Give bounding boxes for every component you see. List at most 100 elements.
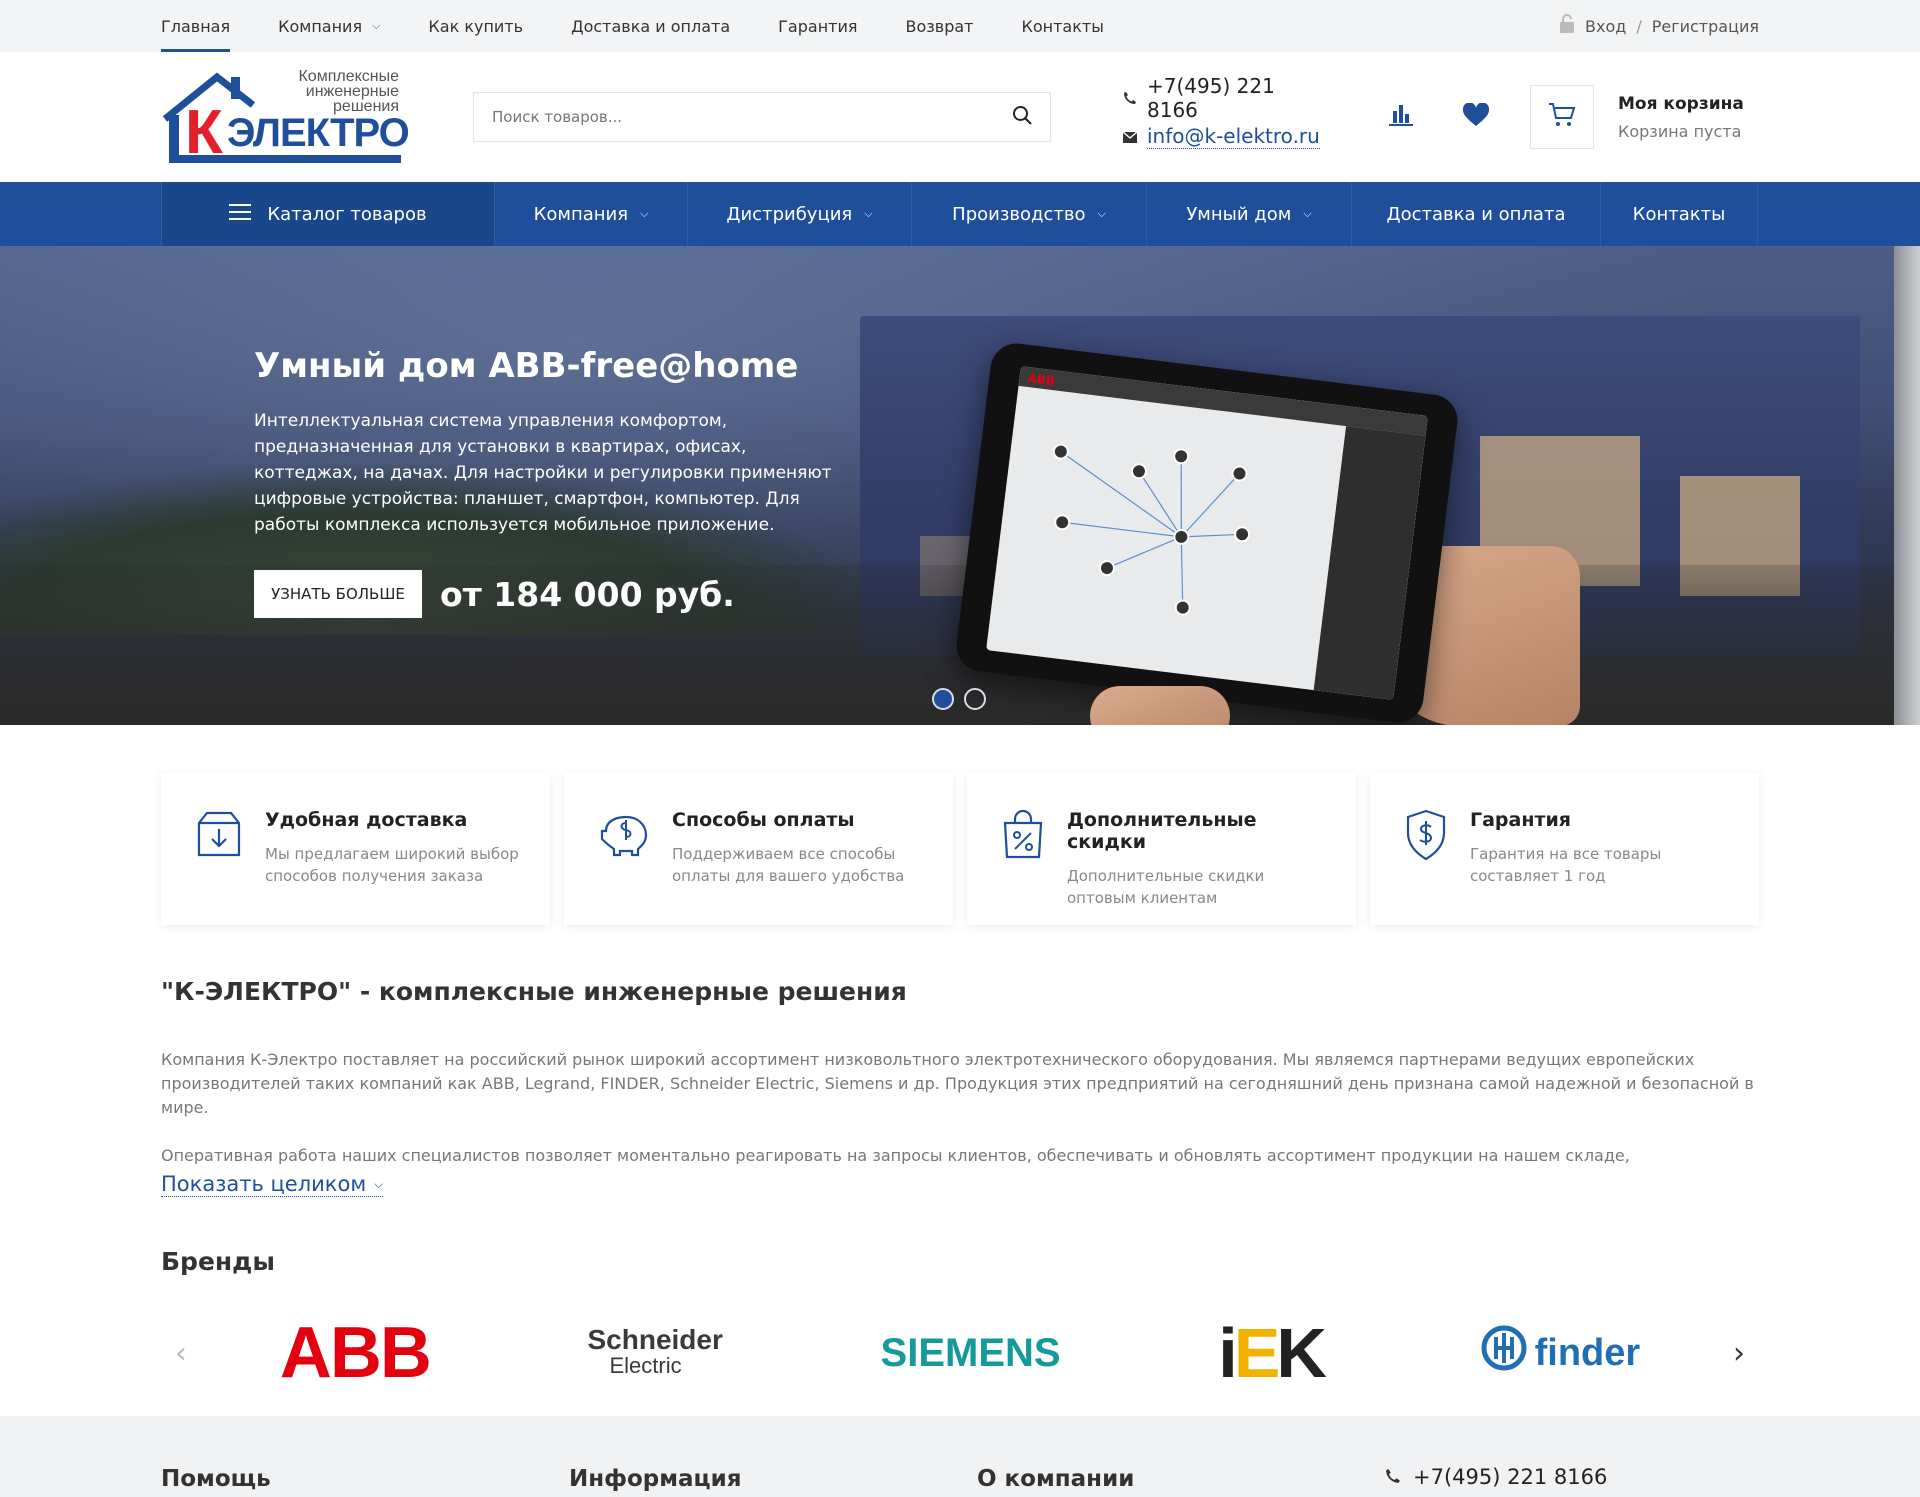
header-email: info@k-elektro.ru	[1147, 123, 1320, 149]
tablet-screen: ABB	[986, 366, 1428, 700]
nav-catalog[interactable]: Каталог товаров	[161, 182, 495, 246]
show-all-label: Показать целиком	[161, 1172, 367, 1196]
main-navigation: Каталог товаров Компания ⌵ Дистрибуция ⌵ П…	[0, 182, 1920, 246]
about-paragraph-1: Компания К-Электро поставляет на российс…	[161, 1050, 1754, 1117]
auth-separator: /	[1636, 16, 1642, 36]
learn-more-button[interactable]: УЗНАТЬ БОЛЬШЕ	[254, 570, 422, 618]
register-link[interactable]: Регистрация	[1652, 17, 1759, 36]
cart-info[interactable]: Моя корзина Корзина пуста	[1618, 94, 1744, 141]
menu-icon	[229, 203, 252, 225]
cart-icon	[1548, 102, 1576, 132]
show-all-link[interactable]: Показать целиком ⌵	[161, 1172, 384, 1197]
nav-smart-home[interactable]: Умный дом ⌵	[1147, 182, 1352, 246]
slider-dot-1[interactable]	[932, 688, 954, 710]
brand-schneider[interactable]: Schneider Electric	[587, 1324, 723, 1379]
logo-tagline-line-2: инженерные	[305, 83, 399, 100]
topnav-contacts[interactable]: Контакты	[1021, 0, 1103, 52]
topnav-warranty[interactable]: Гарантия	[778, 0, 857, 52]
topnav-how-to-buy[interactable]: Как купить	[428, 0, 523, 52]
piggy-bank-icon	[598, 809, 650, 925]
hero-description: Интеллектуальная система управления комф…	[254, 411, 832, 535]
topnav-delivery[interactable]: Доставка и оплата	[571, 0, 730, 52]
cart-button[interactable]	[1530, 85, 1594, 149]
brand-iek-k: K	[1276, 1314, 1327, 1392]
search-icon[interactable]	[1012, 105, 1032, 129]
nav-distribution[interactable]: Дистрибуция ⌵	[688, 182, 912, 246]
brands-title: Бренды	[161, 1247, 275, 1276]
nav-production[interactable]: Производство ⌵	[912, 182, 1147, 246]
discount-bag-icon	[1001, 809, 1045, 925]
site-logo[interactable]: Комплексные инженерные решения К ЭЛЕКТРО	[161, 67, 410, 167]
auth-links: Вход / Регистрация	[1559, 14, 1759, 38]
logo-letter: К	[185, 98, 223, 167]
compare-icon[interactable]	[1388, 103, 1414, 131]
chevron-down-icon: ⌵	[1097, 207, 1106, 220]
brands-carousel: ‹ ABB Schneider Electric SIEMENS iEK fin…	[161, 1308, 1759, 1398]
header: Комплексные инженерные решения К ЭЛЕКТРО…	[0, 52, 1920, 182]
feature-text: Поддерживаем все способы оплаты для ваше…	[672, 845, 905, 885]
about-section: "К-ЭЛЕКТРО" - комплексные инженерные реш…	[0, 977, 1920, 1197]
feature-card: Дополнительные скидки Дополнительные ски…	[967, 773, 1356, 925]
nav-production-label: Производство	[952, 203, 1086, 225]
heart-icon[interactable]	[1462, 102, 1490, 131]
chevron-down-icon: ⌵	[372, 19, 381, 32]
chevron-down-icon: ⌵	[1303, 207, 1312, 220]
slider-dot-2[interactable]	[964, 688, 986, 710]
topnav-company[interactable]: Компания ⌵	[278, 0, 380, 52]
shield-dollar-icon	[1404, 809, 1448, 925]
header-contacts: +7(495) 221 8166 info@k-elektro.ru	[1122, 74, 1328, 155]
email-row[interactable]: info@k-elektro.ru	[1122, 117, 1328, 155]
hero-next-slide-peek	[1894, 246, 1920, 725]
feature-title: Удобная доставка	[265, 809, 468, 831]
brand-schneider-line-2: Electric	[609, 1353, 682, 1378]
search-box	[473, 92, 1051, 142]
hero-title: Умный дом ABB-free@home	[254, 346, 799, 386]
footer-help-title: Помощь	[161, 1466, 271, 1492]
cart-title: Моя корзина	[1618, 93, 1744, 114]
search-input[interactable]	[492, 108, 1012, 126]
footer-phone[interactable]: +7(495) 221 8166	[1385, 1462, 1607, 1492]
footer: Помощь Информация О компании +7(495) 221…	[0, 1416, 1920, 1497]
hero-content: Умный дом ABB-free@home Интеллектуальная…	[254, 346, 834, 618]
nav-contacts[interactable]: Контакты	[1601, 182, 1758, 246]
nav-delivery[interactable]: Доставка и оплата	[1352, 182, 1601, 246]
hero-slider: ABB Умный дом ABB-free@home Интеллектуал…	[0, 246, 1920, 725]
feature-card: Гарантия Гарантия на все товары составля…	[1370, 773, 1759, 925]
brand-schneider-line-1: Schneider	[587, 1324, 723, 1355]
topnav-return[interactable]: Возврат	[906, 0, 974, 52]
chevron-down-icon: ⌵	[864, 207, 873, 220]
feature-card: Удобная доставка Мы предлагаем широкий в…	[161, 773, 550, 925]
brand-iek[interactable]: iEK	[1218, 1313, 1327, 1393]
nav-smart-home-label: Умный дом	[1186, 203, 1292, 225]
chevron-down-icon: ⌵	[640, 207, 649, 220]
feature-card: Способы оплаты Поддерживаем все способы …	[564, 773, 953, 925]
header-phone: +7(495) 221 8166	[1147, 74, 1275, 122]
box-download-icon	[195, 809, 243, 925]
lock-icon	[1559, 14, 1575, 38]
nav-company[interactable]: Компания ⌵	[495, 182, 688, 246]
phone-icon	[1123, 86, 1137, 110]
chevron-right-icon[interactable]: ›	[1719, 1336, 1759, 1371]
cart-status: Корзина пуста	[1618, 121, 1742, 141]
slider-dots	[932, 688, 986, 710]
top-bar: Главная Компания ⌵ Как купить Доставка и …	[0, 0, 1920, 52]
nav-contacts-label: Контакты	[1632, 203, 1726, 225]
phone-row[interactable]: +7(495) 221 8166	[1123, 74, 1328, 122]
login-link[interactable]: Вход	[1585, 17, 1626, 36]
brand-finder[interactable]: finder	[1481, 1325, 1640, 1381]
feature-title: Способы оплаты	[672, 809, 855, 831]
logo-tagline: Комплексные инженерные решения	[298, 69, 399, 115]
brand-abb[interactable]: ABB	[280, 1312, 432, 1394]
phone-icon	[1385, 1465, 1401, 1489]
finder-logo-icon	[1481, 1325, 1527, 1381]
brands-section: Бренды ‹ ABB Schneider Electric SIEMENS …	[0, 1247, 1920, 1398]
chevron-down-icon: ⌵	[374, 1176, 384, 1191]
chevron-left-icon[interactable]: ‹	[161, 1336, 201, 1371]
feature-text: Дополнительные скидки оптовым клиентам	[1067, 867, 1265, 907]
brand-siemens[interactable]: SIEMENS	[881, 1331, 1061, 1376]
topnav-home[interactable]: Главная	[161, 0, 231, 52]
feature-text: Мы предлагаем широкий выбор способов пол…	[265, 845, 519, 885]
hero-hand-left-image	[1090, 686, 1230, 725]
nav-delivery-label: Доставка и оплата	[1386, 203, 1566, 225]
logo-name: ЭЛЕКТРО	[227, 111, 410, 155]
